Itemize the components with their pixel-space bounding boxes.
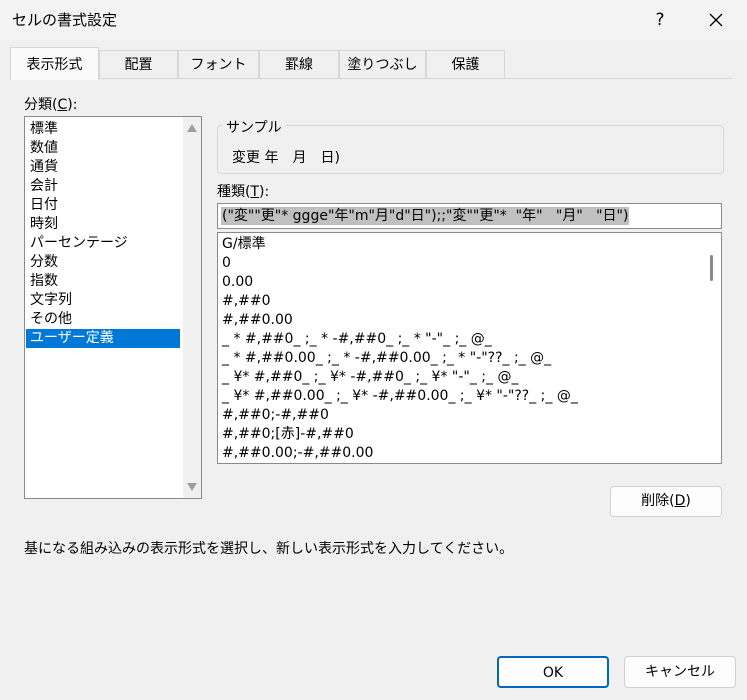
sample-label: サンプル <box>222 117 286 137</box>
tab-alignment[interactable]: 配置 <box>99 50 178 78</box>
format-list[interactable]: G/標準 0 0.00 #,##0 #,##0.00 _ * #,##0_ ;_… <box>217 232 722 464</box>
close-button[interactable] <box>700 6 732 34</box>
tab-font[interactable]: フォント <box>178 50 259 78</box>
tab-protection[interactable]: 保護 <box>426 50 505 78</box>
scroll-down-icon[interactable] <box>187 483 197 491</box>
format-item[interactable]: G/標準 <box>222 235 266 254</box>
category-list[interactable]: 標準 数値 通貨 会計 日付 時刻 パーセンテージ 分数 指数 文字列 その他 … <box>24 116 202 499</box>
format-item[interactable]: _ ¥* #,##0.00_ ;_ ¥* -#,##0.00_ ;_ ¥* "-… <box>222 387 578 406</box>
category-item-special[interactable]: その他 <box>26 310 180 329</box>
format-item[interactable]: _ * #,##0_ ;_ * -#,##0_ ;_ * "-"_ ;_ @_ <box>222 330 492 349</box>
category-item-currency[interactable]: 通貨 <box>26 158 180 177</box>
format-item[interactable]: _ ¥* #,##0_ ;_ ¥* -#,##0_ ;_ ¥* "-"_ ;_ … <box>222 368 518 387</box>
scroll-thumb[interactable] <box>710 255 713 281</box>
type-label: 種類(T): <box>217 184 270 200</box>
format-item[interactable]: #,##0;[赤]-#,##0 <box>222 425 354 444</box>
close-icon <box>709 13 723 27</box>
category-item-percentage[interactable]: パーセンテージ <box>26 234 180 253</box>
delete-button[interactable]: 削除(D) <box>610 486 722 517</box>
category-item-scientific[interactable]: 指数 <box>26 272 180 291</box>
scroll-up-icon[interactable] <box>187 124 197 132</box>
category-item-text[interactable]: 文字列 <box>26 291 180 310</box>
description-text: 基になる組み込みの表示形式を選択し、新しい表示形式を入力してください。 <box>24 541 514 557</box>
format-item[interactable]: 0.00 <box>222 273 253 292</box>
format-item[interactable]: #,##0;-#,##0 <box>222 406 329 425</box>
format-item[interactable]: #,##0.00;-#,##0.00 <box>222 444 373 463</box>
category-item-number[interactable]: 数値 <box>26 139 180 158</box>
help-button[interactable]: ? <box>648 6 672 34</box>
category-label: 分類(C): <box>24 97 78 113</box>
format-item[interactable]: 0 <box>222 254 231 273</box>
category-item-custom[interactable]: ユーザー定義 <box>26 329 180 348</box>
category-item-date[interactable]: 日付 <box>26 196 180 215</box>
format-item[interactable]: #,##0 <box>222 292 271 311</box>
cancel-button[interactable]: キャンセル <box>624 656 736 688</box>
tab-number[interactable]: 表示形式 <box>10 47 99 80</box>
category-item-time[interactable]: 時刻 <box>26 215 180 234</box>
format-item[interactable]: _ * #,##0.00_ ;_ * -#,##0.00_ ;_ * "-"??… <box>222 349 551 368</box>
format-item[interactable]: #,##0.00 <box>222 311 293 330</box>
tab-border[interactable]: 罫線 <box>259 50 339 78</box>
ok-button[interactable]: OK <box>497 656 609 688</box>
window-title: セルの書式設定 <box>12 11 118 29</box>
sample-value: 変更 年 月 日) <box>232 150 340 166</box>
type-input[interactable]: ("変""更"* ggge"年"m"月"d"日");;"変""更"* "年" "… <box>217 203 722 229</box>
category-item-general[interactable]: 標準 <box>26 120 180 139</box>
tab-fill[interactable]: 塗りつぶし <box>339 50 426 78</box>
type-input-value: ("変""更"* ggge"年"m"月"d"日");;"変""更"* "年" "… <box>221 207 630 225</box>
category-item-accounting[interactable]: 会計 <box>26 177 180 196</box>
format-scrollbar[interactable] <box>703 233 721 463</box>
category-item-fraction[interactable]: 分数 <box>26 253 180 272</box>
category-scrollbar[interactable] <box>183 117 201 498</box>
